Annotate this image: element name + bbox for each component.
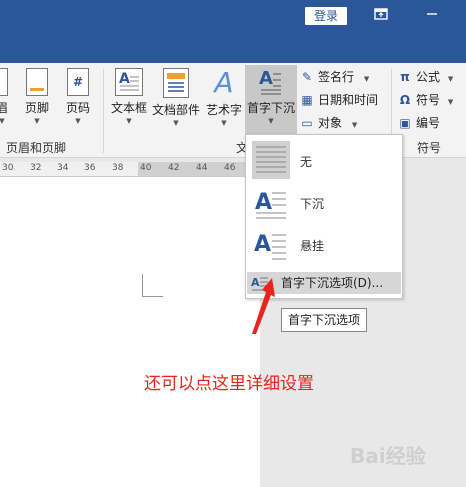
drop-cap-none-label: 无 <box>300 155 313 169</box>
ruler-tick: 30 <box>2 163 14 173</box>
drop-cap-button[interactable]: A 首字下沉 ▼ <box>245 65 297 136</box>
chevron-down-icon: ▼ <box>363 75 370 83</box>
drop-cap-dropped-option[interactable]: A 下沉 <box>246 183 402 223</box>
signature-line-icon: ✎ <box>301 70 313 84</box>
annotation-text: 还可以点这里详细设置 <box>144 374 314 394</box>
page-number-icon: # <box>67 68 89 96</box>
number-button[interactable]: ▣ 编号 <box>398 113 440 133</box>
title-bar: 登录 <box>0 0 466 63</box>
drop-cap-dropped-icon: A <box>252 185 290 223</box>
wordart-icon: A <box>214 66 234 99</box>
ruler-tick: 44 <box>196 163 208 173</box>
footer-button[interactable]: 页脚 ▼ <box>22 68 52 125</box>
chevron-down-icon: ▼ <box>268 117 274 125</box>
drop-cap-options-label: 首字下沉选项(D)... <box>281 276 384 290</box>
equation-button[interactable]: π 公式 ▼ <box>398 67 453 87</box>
chevron-down-icon: ▼ <box>126 117 132 125</box>
equation-icon: π <box>400 70 410 84</box>
chevron-down-icon: ▼ <box>75 117 81 125</box>
wordart-button[interactable]: A 艺术字 ▼ <box>206 66 242 128</box>
object-button[interactable]: ▭ 对象 ▼ <box>300 113 357 133</box>
ruler-tick: 32 <box>30 163 42 173</box>
drop-cap-dropdown: 无 A 下沉 A 悬挂 A 首字下沉选项(D)... <box>245 134 403 299</box>
drop-cap-options-tooltip: 首字下沉选项 <box>281 308 367 332</box>
chevron-down-icon: ▼ <box>351 121 358 129</box>
margin-corner-mark <box>142 274 163 297</box>
date-time-button[interactable]: ▦ 日期和时间 <box>300 90 378 110</box>
chevron-down-icon: ▼ <box>34 117 40 125</box>
chevron-down-icon: ▼ <box>0 117 5 125</box>
group-label-header-footer: 页眉和页脚 <box>6 141 67 155</box>
group-label-symbols: 符号 <box>417 141 442 155</box>
document-page[interactable] <box>0 177 260 487</box>
number-icon: ▣ <box>399 116 411 130</box>
annotation-arrow <box>252 278 275 334</box>
drop-cap-dropped-label: 下沉 <box>300 197 325 211</box>
page-number-button[interactable]: # 页码 ▼ <box>64 68 92 125</box>
symbol-icon: Ω <box>399 93 411 107</box>
header-button[interactable]: 眉 ▼ <box>0 68 10 125</box>
chevron-down-icon: ▼ <box>221 119 227 127</box>
ruler-tick: 42 <box>168 163 180 173</box>
chevron-down-icon: ▼ <box>447 98 454 106</box>
footer-icon <box>26 68 48 96</box>
ruler-tick: 34 <box>57 163 69 173</box>
svg-text:A: A <box>255 190 272 215</box>
ruler-tick: 36 <box>84 163 96 173</box>
text-box-button[interactable]: A 文本框 ▼ <box>110 68 148 125</box>
symbol-button[interactable]: Ω 符号 ▼ <box>398 90 453 110</box>
drop-cap-in-margin-label: 悬挂 <box>300 239 325 253</box>
minimize-icon[interactable] <box>425 7 439 26</box>
ribbon-display-options-icon[interactable] <box>374 7 388 26</box>
date-time-icon: ▦ <box>301 93 313 107</box>
chevron-down-icon: ▼ <box>173 119 179 127</box>
group-divider <box>103 69 104 153</box>
quick-parts-button[interactable]: 文档部件 ▼ <box>150 68 202 127</box>
login-button[interactable]: 登录 <box>305 7 347 25</box>
ruler-tick: 38 <box>112 163 124 173</box>
drop-cap-none-icon <box>252 141 290 179</box>
page-icon <box>0 68 8 96</box>
ruler-tick: 46 <box>224 163 236 173</box>
drop-cap-icon: A <box>259 68 283 96</box>
object-icon: ▭ <box>301 116 313 130</box>
horizontal-ruler[interactable]: 30 32 34 36 38 40 42 44 46 <box>0 162 260 177</box>
drop-cap-in-margin-option[interactable]: A 悬挂 <box>246 225 402 265</box>
text-box-icon: A <box>115 68 143 96</box>
signature-line-button[interactable]: ✎ 签名行 ▼ <box>300 67 369 87</box>
svg-text:A: A <box>254 232 271 257</box>
quick-parts-icon <box>163 68 189 98</box>
ruler-tick: 40 <box>140 163 152 173</box>
watermark-logo: Bai经验 <box>350 444 426 468</box>
drop-cap-none-option[interactable]: 无 <box>246 137 402 181</box>
chevron-down-icon: ▼ <box>447 75 454 83</box>
drop-cap-in-margin-icon: A <box>252 227 290 265</box>
